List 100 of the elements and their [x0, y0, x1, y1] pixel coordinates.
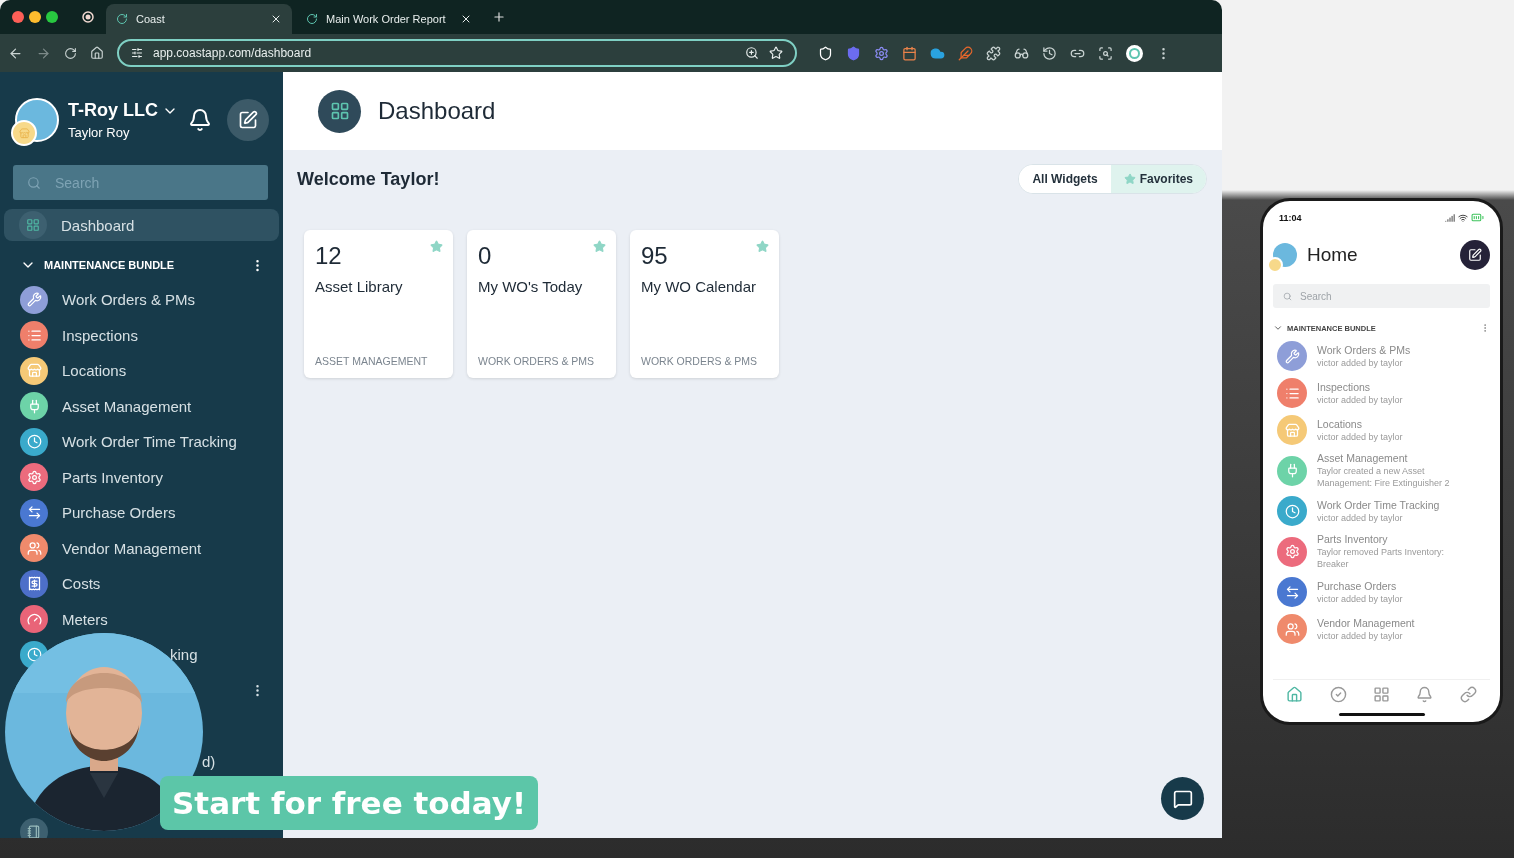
widget-title: My WO Calendar: [641, 278, 758, 295]
nav-tab[interactable]: [1416, 686, 1434, 703]
app-logo-icon: [306, 13, 318, 25]
org-name[interactable]: T-Roy LLC: [68, 100, 179, 121]
item-activity: victor added by taylor: [1317, 356, 1404, 369]
gear-icon[interactable]: [874, 45, 889, 61]
feather-icon[interactable]: [958, 45, 973, 61]
sidebar-item[interactable]: Meters: [0, 601, 283, 637]
calendar-icon[interactable]: [902, 45, 917, 61]
reload-icon[interactable]: [64, 46, 77, 60]
star-icon[interactable]: [430, 240, 443, 253]
chat-button[interactable]: [1161, 777, 1204, 820]
cloud-icon[interactable]: [930, 45, 945, 61]
sidebar-item[interactable]: Inspections: [0, 317, 283, 353]
status-time: 11:04: [1279, 212, 1302, 223]
list-item[interactable]: Locations victor added by taylor: [1273, 415, 1490, 445]
widget-card[interactable]: 0 My WO's Today WORK ORDERS & PMS: [467, 230, 616, 378]
list-item[interactable]: Work Order Time Tracking victor added by taylor: [1273, 496, 1490, 526]
browser-tab[interactable]: Coast: [106, 4, 292, 34]
grid-icon: [318, 89, 361, 133]
back-icon[interactable]: [8, 45, 23, 61]
zoom-icon[interactable]: [745, 46, 759, 60]
link-icon: [1459, 686, 1477, 703]
new-tab-icon[interactable]: [492, 10, 506, 24]
browser-tab[interactable]: Main Work Order Report: [296, 4, 482, 34]
maximize-window-button[interactable]: [46, 11, 58, 23]
wifi-icon: [1458, 212, 1468, 223]
extensions-icon[interactable]: [986, 45, 1001, 61]
forward-icon[interactable]: [36, 45, 51, 61]
close-tab-icon[interactable]: [270, 13, 282, 25]
sidebar-item[interactable]: Vendor Management: [0, 530, 283, 566]
compose-button[interactable]: [227, 99, 269, 141]
sidebar-item[interactable]: Costs: [0, 566, 283, 602]
nav-tab[interactable]: [1329, 686, 1347, 703]
chat-icon: [1172, 788, 1193, 809]
list-item[interactable]: Parts Inventory Taylor removed Parts Inventory: Breaker: [1273, 533, 1490, 570]
list-item[interactable]: Vendor Management victor added by taylor: [1273, 614, 1490, 644]
widget-title: Asset Library: [315, 278, 404, 295]
widget-card[interactable]: 95 My WO Calendar WORK ORDERS & PMS: [630, 230, 779, 378]
widget-category: WORK ORDERS & PMS: [641, 355, 759, 367]
close-tab-icon[interactable]: [460, 13, 472, 25]
item-title: Asset Management: [1317, 452, 1409, 464]
nav-tab[interactable]: [1372, 686, 1390, 703]
widget-value: 95: [641, 242, 668, 270]
sidebar-item[interactable]: Locations: [0, 353, 283, 389]
widget-value: 12: [315, 242, 342, 270]
item-activity: victor added by taylor: [1317, 393, 1404, 406]
item-title: Work Orders & PMs: [1317, 343, 1412, 356]
sidebar-item[interactable]: d): [202, 752, 216, 770]
check-circle-icon: [1329, 686, 1347, 703]
item-activity: victor added by taylor: [1317, 629, 1404, 642]
filter-tab[interactable]: Favorites: [1110, 165, 1206, 193]
record-icon: [82, 11, 94, 23]
widget-card[interactable]: 12 Asset Library ASSET MANAGEMENT: [304, 230, 453, 378]
item-title: Work Order Time Tracking: [1317, 498, 1441, 511]
screen-search-icon[interactable]: [1098, 45, 1113, 61]
store-icon: [18, 127, 30, 139]
section-title[interactable]: MAINTENANCE BUNDLE: [44, 259, 242, 271]
sidebar-item[interactable]: Asset Management: [0, 388, 283, 424]
sidebar-item[interactable]: king: [170, 646, 198, 664]
home-icon[interactable]: [90, 46, 104, 60]
item-title: Inspections: [1317, 380, 1372, 393]
grid-icon: [19, 211, 47, 239]
item-activity: victor added by taylor: [1317, 511, 1404, 524]
app-logo-icon: [116, 13, 128, 25]
history-icon[interactable]: [1042, 45, 1057, 61]
user-name: Taylor Roy: [68, 125, 131, 140]
grid-icon: [1372, 686, 1390, 703]
widget-title: My WO's Today: [478, 278, 584, 295]
item-activity: victor added by taylor: [1317, 592, 1404, 605]
sidebar-item[interactable]: Parts Inventory: [0, 459, 283, 495]
item-title: Locations: [1317, 417, 1363, 430]
list-item[interactable]: Work Orders & PMs victor added by taylor: [1273, 341, 1490, 371]
list-item[interactable]: Asset Management Taylor created a new Asset Management: Fire Extinguisher 2: [1273, 452, 1490, 489]
profile-icon[interactable]: [1126, 44, 1143, 62]
notebook-icon: [20, 818, 48, 838]
list-item[interactable]: Purchase Orders victor added by taylor: [1273, 577, 1490, 607]
search-icon: [27, 175, 41, 190]
star-icon[interactable]: [593, 240, 606, 253]
address-bar[interactable]: app.coastapp.com/dashboard: [117, 39, 797, 67]
page-title: Dashboard: [378, 97, 496, 125]
item-activity: Taylor created a new Asset Management: Fire Extinguisher 2: [1317, 465, 1451, 489]
site-settings-icon[interactable]: [131, 47, 143, 59]
battery-icon: [1471, 211, 1484, 224]
widget-category: WORK ORDERS & PMS: [478, 355, 596, 367]
sidebar-item[interactable]: Work Orders & PMs: [0, 282, 283, 318]
minimize-window-button[interactable]: [29, 11, 41, 23]
compose-button[interactable]: [1460, 240, 1490, 270]
close-window-button[interactable]: [12, 11, 24, 23]
sidebar-item[interactable]: Purchase Orders: [0, 495, 283, 531]
star-icon: [1123, 173, 1136, 185]
star-icon[interactable]: [756, 240, 769, 253]
list-item[interactable]: Inspections victor added by taylor: [1273, 378, 1490, 408]
sidebar-item[interactable]: Work Order Time Tracking: [0, 424, 283, 460]
nav-tab[interactable]: [1459, 686, 1477, 703]
search-icon: [1283, 291, 1292, 301]
bell-icon[interactable]: [188, 108, 212, 132]
widget-value: 0: [478, 242, 492, 270]
sidebar-item[interactable]: Dashboard: [4, 209, 279, 241]
bookmark-icon[interactable]: [769, 46, 783, 60]
